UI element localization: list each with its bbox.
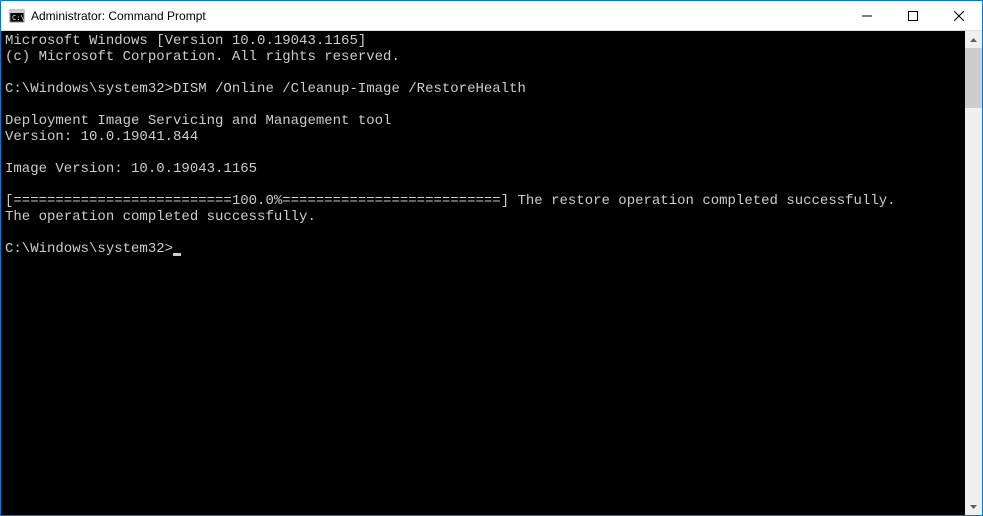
minimize-icon (862, 11, 872, 21)
terminal-line: Microsoft Windows [Version 10.0.19043.11… (5, 33, 961, 49)
terminal-line (5, 225, 961, 241)
terminal-line: (c) Microsoft Corporation. All rights re… (5, 49, 961, 65)
terminal-line (5, 65, 961, 81)
terminal-area: Microsoft Windows [Version 10.0.19043.11… (1, 31, 982, 515)
svg-text:C:\: C:\ (12, 14, 25, 22)
app-icon: C:\ (9, 8, 25, 24)
close-icon (954, 11, 964, 21)
terminal-line: [==========================100.0%=======… (5, 193, 961, 209)
terminal-line: Image Version: 10.0.19043.1165 (5, 161, 961, 177)
terminal-prompt: C:\Windows\system32> (5, 241, 173, 257)
close-button[interactable] (936, 1, 982, 30)
minimize-button[interactable] (844, 1, 890, 30)
chevron-up-icon (970, 38, 977, 42)
terminal-line (5, 97, 961, 113)
terminal-line: Deployment Image Servicing and Managemen… (5, 113, 961, 129)
maximize-icon (908, 11, 918, 21)
maximize-button[interactable] (890, 1, 936, 30)
vertical-scrollbar[interactable] (965, 31, 982, 515)
terminal-prompt-line: C:\Windows\system32> (5, 241, 961, 257)
chevron-down-icon (970, 505, 977, 509)
terminal-line: C:\Windows\system32>DISM /Online /Cleanu… (5, 81, 961, 97)
scrollbar-track[interactable] (965, 48, 982, 498)
scrollbar-down-arrow[interactable] (965, 498, 982, 515)
terminal-line: Version: 10.0.19041.844 (5, 129, 961, 145)
terminal-cursor (173, 253, 181, 256)
window-title: Administrator: Command Prompt (31, 9, 844, 23)
terminal-line: The operation completed successfully. (5, 209, 961, 225)
terminal-line (5, 177, 961, 193)
terminal-output[interactable]: Microsoft Windows [Version 10.0.19043.11… (1, 31, 965, 515)
window-controls (844, 1, 982, 30)
scrollbar-up-arrow[interactable] (965, 31, 982, 48)
command-prompt-window: C:\ Administrator: Command Prompt (0, 0, 983, 516)
titlebar: C:\ Administrator: Command Prompt (1, 1, 982, 31)
scrollbar-thumb[interactable] (965, 48, 982, 108)
terminal-line (5, 145, 961, 161)
